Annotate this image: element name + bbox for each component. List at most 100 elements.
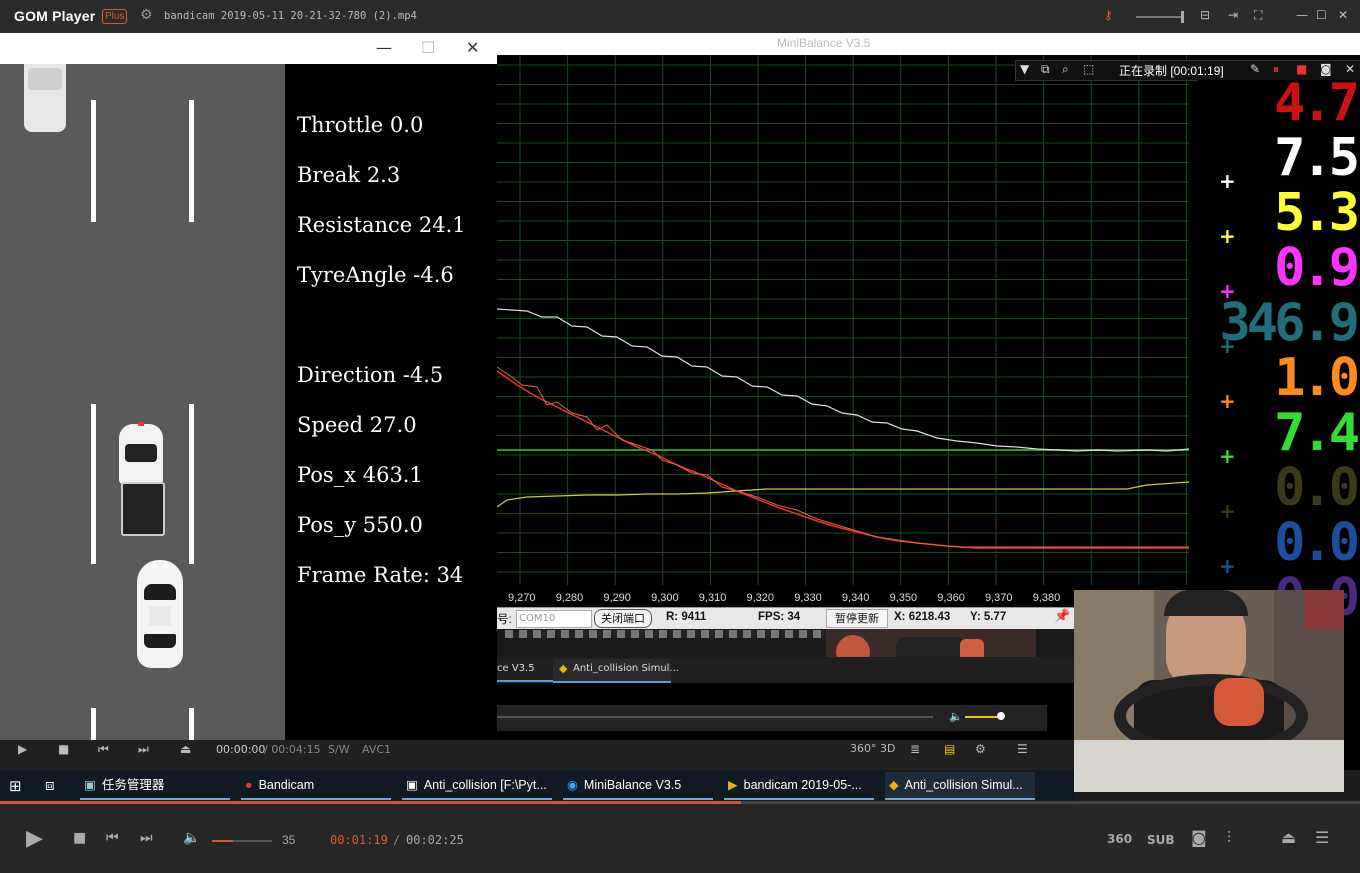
lane-marking bbox=[91, 708, 96, 744]
top-volume-knob[interactable] bbox=[1181, 11, 1184, 23]
task-view-icon[interactable]: ⧈ bbox=[45, 776, 55, 794]
taskbar-item[interactable]: ▣ 任务管理器 bbox=[80, 772, 230, 799]
inner-seek-area: 🔈 bbox=[497, 705, 1047, 731]
inner-play-icon[interactable]: ▶ bbox=[18, 742, 27, 756]
taskbar-item[interactable]: ◉ MiniBalance V3.5 bbox=[563, 772, 713, 799]
inner-eq-icon[interactable]: ≣ bbox=[910, 742, 920, 756]
plus-marker-icon: + bbox=[1219, 444, 1236, 468]
taskbar-app-icon: ▣ bbox=[406, 778, 418, 792]
sim-maximize-icon[interactable]: ☐ bbox=[421, 38, 435, 57]
total-time: 00:02:25 bbox=[406, 833, 464, 847]
key-icon[interactable]: ⚷ bbox=[1104, 8, 1113, 22]
volume-fill[interactable] bbox=[212, 840, 233, 842]
inner-next-icon[interactable]: ⏭ bbox=[138, 742, 149, 757]
close-icon[interactable]: ✕ bbox=[1338, 8, 1348, 22]
taskbar-item-indicator bbox=[241, 798, 391, 800]
taskbar-item-label: bandicam 2019-05-... bbox=[743, 778, 862, 792]
360-button[interactable]: 360 bbox=[1107, 832, 1132, 846]
pickup-car bbox=[119, 422, 165, 536]
lane-marking bbox=[189, 100, 194, 222]
plus-marker-icon: + bbox=[1219, 499, 1236, 523]
taskbar-item[interactable]: ▣ Anti_collision [F:\Pyt... bbox=[402, 772, 552, 799]
inner-3d-icon[interactable]: 3D bbox=[880, 742, 895, 755]
top-volume-track[interactable] bbox=[1136, 16, 1184, 18]
inner-playlist-icon[interactable]: ▤ bbox=[944, 742, 955, 756]
inner-menu-icon[interactable]: ☰ bbox=[1017, 742, 1028, 756]
webcam-overlay bbox=[1074, 590, 1344, 792]
fullscreen-icon[interactable]: ⛶ bbox=[1254, 8, 1262, 23]
taskbar-item-indicator bbox=[402, 798, 552, 800]
subtitle-button[interactable]: SUB bbox=[1147, 833, 1175, 847]
equalizer-icon[interactable]: ⫶ bbox=[1227, 828, 1231, 848]
minibalance-titlebar bbox=[497, 33, 1360, 55]
volume-icon[interactable]: 🔈 bbox=[183, 830, 200, 846]
dropdown-icon[interactable]: ▼ bbox=[1020, 62, 1029, 76]
play-icon[interactable]: ▶ bbox=[26, 826, 43, 851]
taskbar-item-label: MiniBalance V3.5 bbox=[583, 778, 682, 792]
file-title: bandicam 2019-05-11 20-21-32-780 (2).mp4 bbox=[164, 10, 417, 22]
inner-settings-icon[interactable]: ⚙ bbox=[975, 742, 986, 756]
sim-info-line: Throttle 0.0 bbox=[297, 113, 424, 137]
current-time: 00:01:19 bbox=[330, 833, 388, 847]
window-mode-icon[interactable]: ⧉ bbox=[1041, 62, 1050, 77]
lane-marking bbox=[91, 100, 96, 222]
com-port-select[interactable]: COM10 bbox=[516, 610, 592, 628]
inner-tab-anticollision[interactable]: ◆ Anti_collision Simul... bbox=[553, 659, 679, 683]
x-tick-label: 9,330 bbox=[794, 592, 822, 604]
inner-stop-icon[interactable]: ■ bbox=[58, 742, 69, 756]
x-tick-label: 9,350 bbox=[889, 592, 918, 604]
player-car bbox=[137, 560, 183, 668]
select-area-icon[interactable]: ⬚ bbox=[1083, 62, 1094, 76]
x-tick-label: 9,320 bbox=[746, 592, 775, 604]
taskbar-item[interactable]: ● Bandicam bbox=[241, 772, 391, 799]
sim-info-line: TyreAngle -4.6 bbox=[297, 263, 454, 287]
taskbar-item-label: Bandicam bbox=[258, 778, 315, 792]
inner-360-icon[interactable]: 360° bbox=[850, 742, 877, 755]
recording-status: 正在录制 [00:01:19] bbox=[1119, 64, 1224, 78]
eject-icon[interactable]: ⏏ bbox=[1281, 828, 1296, 847]
python-icon: ◆ bbox=[559, 662, 568, 675]
x-tick-label: 9,280 bbox=[555, 592, 584, 604]
taskbar-app-icon: ● bbox=[245, 778, 253, 792]
pin-icon[interactable]: ⇥ bbox=[1228, 8, 1238, 22]
next-icon[interactable]: ⏭ bbox=[140, 830, 153, 846]
sim-close-icon[interactable]: ✕ bbox=[466, 38, 479, 57]
plus-marker-icon: + bbox=[1219, 554, 1236, 578]
inner-eject-icon[interactable]: ⏏ bbox=[180, 742, 191, 756]
taskbar-item[interactable]: ▶ bandicam 2019-05-... bbox=[724, 772, 874, 799]
x-tick-label: 9,380 bbox=[1032, 592, 1061, 604]
lane-marking bbox=[189, 404, 194, 564]
search-icon[interactable]: ⌕ bbox=[1062, 62, 1069, 77]
plus-marker-icon: + bbox=[1219, 389, 1236, 413]
pause-update-button[interactable]: 暂停更新 bbox=[826, 609, 888, 628]
port-label: 号: bbox=[497, 614, 512, 626]
x-tick-label: 9,310 bbox=[698, 592, 727, 604]
taskbar-item-indicator bbox=[724, 798, 874, 800]
close-port-button[interactable]: 关闭端口 bbox=[594, 609, 652, 628]
taskbar-item[interactable]: ◆ Anti_collision Simul... bbox=[885, 772, 1035, 799]
windows-start-icon[interactable]: ⊞ bbox=[9, 777, 22, 795]
sim-info-line: Pos_y 550.0 bbox=[297, 513, 423, 537]
maximize-icon[interactable]: ☐ bbox=[1316, 8, 1327, 22]
mini-mode-icon[interactable]: ⊟ bbox=[1200, 8, 1210, 22]
inner-sw: S/W bbox=[328, 743, 350, 756]
pin-icon-red[interactable]: 📌 bbox=[1054, 609, 1070, 624]
inner-tab-minibalance[interactable]: ce V3.5 bbox=[497, 663, 535, 674]
film-strip bbox=[505, 630, 825, 638]
plus-marker-icon: + bbox=[1219, 224, 1236, 248]
sim-info-line: Resistance 24.1 bbox=[297, 213, 466, 237]
taskbar-app-icon: ◆ bbox=[889, 778, 899, 792]
plus-marker-icon: + bbox=[1219, 169, 1236, 193]
lane-marking bbox=[189, 708, 194, 744]
sim-info-line: Break 2.3 bbox=[297, 163, 401, 187]
settings-gear-icon[interactable]: ⚙ bbox=[140, 7, 153, 23]
sim-minimize-icon[interactable]: — bbox=[376, 38, 392, 57]
minibalance-title: MiniBalance V3.5 bbox=[777, 36, 871, 50]
screenshot-camera-icon[interactable]: ◙ bbox=[1191, 828, 1207, 847]
stop-icon[interactable]: ■ bbox=[73, 830, 86, 846]
minimize-icon[interactable]: — bbox=[1296, 8, 1308, 22]
previous-icon[interactable]: ⏮ bbox=[106, 830, 119, 846]
pen-icon[interactable]: ✎ bbox=[1250, 62, 1260, 76]
inner-prev-icon[interactable]: ⏮ bbox=[98, 742, 109, 757]
playlist-icon[interactable]: ☰ bbox=[1315, 828, 1329, 847]
